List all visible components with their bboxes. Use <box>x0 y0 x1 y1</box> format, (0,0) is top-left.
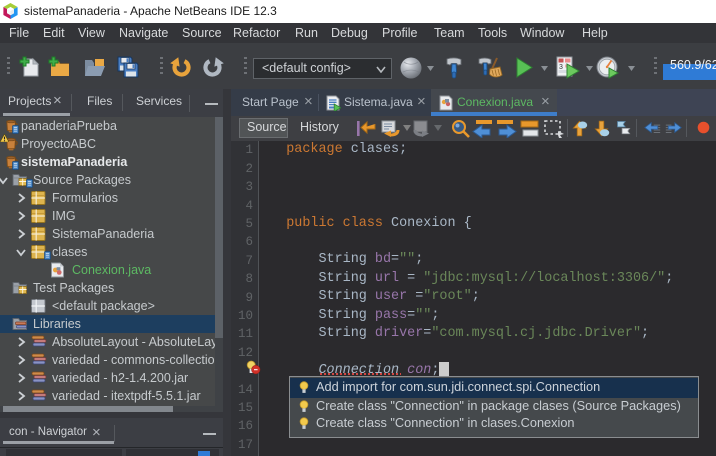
svg-text:3: 3 <box>559 64 563 71</box>
